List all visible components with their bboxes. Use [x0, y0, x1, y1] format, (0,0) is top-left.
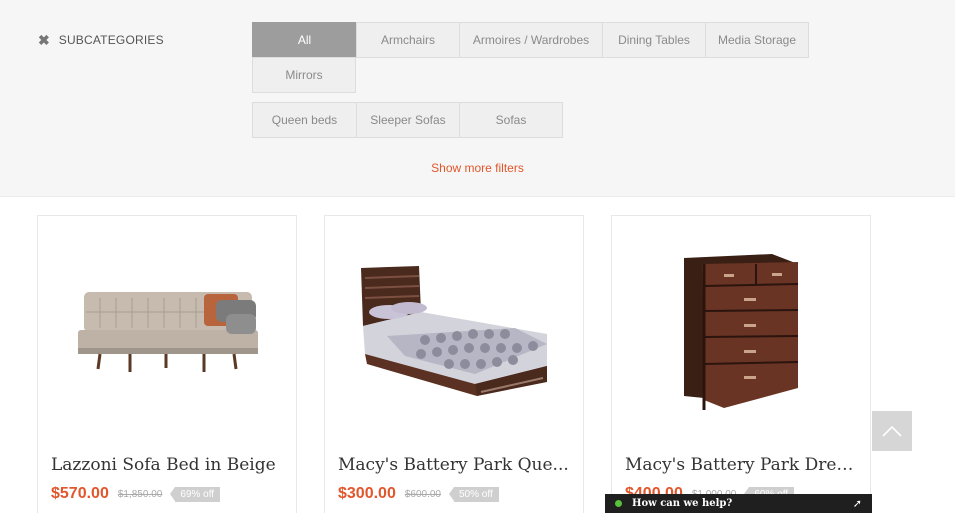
chip-dining-tables[interactable]: Dining Tables — [602, 22, 706, 58]
product-title[interactable]: Lazzoni Sofa Bed in Beige — [51, 455, 287, 475]
product-image-dresser[interactable] — [612, 216, 870, 441]
product-old-price: $1,850.00 — [117, 488, 163, 500]
subcategories-label: SUBCATEGORIES — [58, 33, 164, 47]
show-more-filters-link[interactable]: Show more filters — [0, 161, 955, 175]
chip-armoires-wardrobes[interactable]: Armoires / Wardrobes — [459, 22, 603, 58]
product-card[interactable]: Macy's Battery Park Dres... $400.00 $1,0… — [611, 215, 871, 513]
product-price: $570.00 — [51, 485, 109, 502]
product-card[interactable]: Macy's Battery Park Que... $300.00 $600.… — [324, 215, 584, 513]
chip-sofas[interactable]: Sofas — [459, 102, 563, 138]
product-card[interactable]: Lazzoni Sofa Bed in Beige $570.00 $1,850… — [37, 215, 297, 513]
filter-panel: ✖ SUBCATEGORIES All Armchairs Armoires /… — [0, 0, 955, 197]
price-line: $570.00 $1,850.00 69% off — [51, 485, 221, 503]
subcategories-toggle[interactable]: ✖ SUBCATEGORIES — [38, 33, 164, 47]
chip-sleeper-sofas[interactable]: Sleeper Sofas — [356, 102, 460, 138]
product-title[interactable]: Macy's Battery Park Dres... — [625, 455, 861, 475]
chat-help-bar[interactable]: How can we help? ➚ — [605, 494, 872, 513]
online-status-dot — [615, 500, 622, 507]
close-icon[interactable]: ✖ — [38, 33, 50, 47]
expand-arrow-icon[interactable]: ➚ — [853, 497, 862, 510]
product-title[interactable]: Macy's Battery Park Que... — [338, 455, 574, 475]
chip-queen-beds[interactable]: Queen beds — [252, 102, 357, 138]
product-image-queen-bed[interactable] — [325, 216, 583, 441]
chevron-up-icon — [882, 425, 902, 437]
chip-all[interactable]: All — [252, 22, 357, 58]
chip-media-storage[interactable]: Media Storage — [705, 22, 809, 58]
price-line: $300.00 $600.00 50% off — [338, 485, 499, 503]
product-image-sofa-bed[interactable] — [38, 216, 296, 441]
product-price: $300.00 — [338, 485, 396, 502]
chip-armchairs[interactable]: Armchairs — [356, 22, 460, 58]
chip-mirrors[interactable]: Mirrors — [252, 57, 356, 93]
discount-badge: 69% off — [170, 486, 221, 502]
chat-help-label: How can we help? — [632, 498, 733, 509]
discount-badge: 50% off — [449, 486, 499, 502]
product-old-price: $600.00 — [404, 488, 441, 500]
scroll-to-top-button[interactable] — [872, 411, 912, 451]
